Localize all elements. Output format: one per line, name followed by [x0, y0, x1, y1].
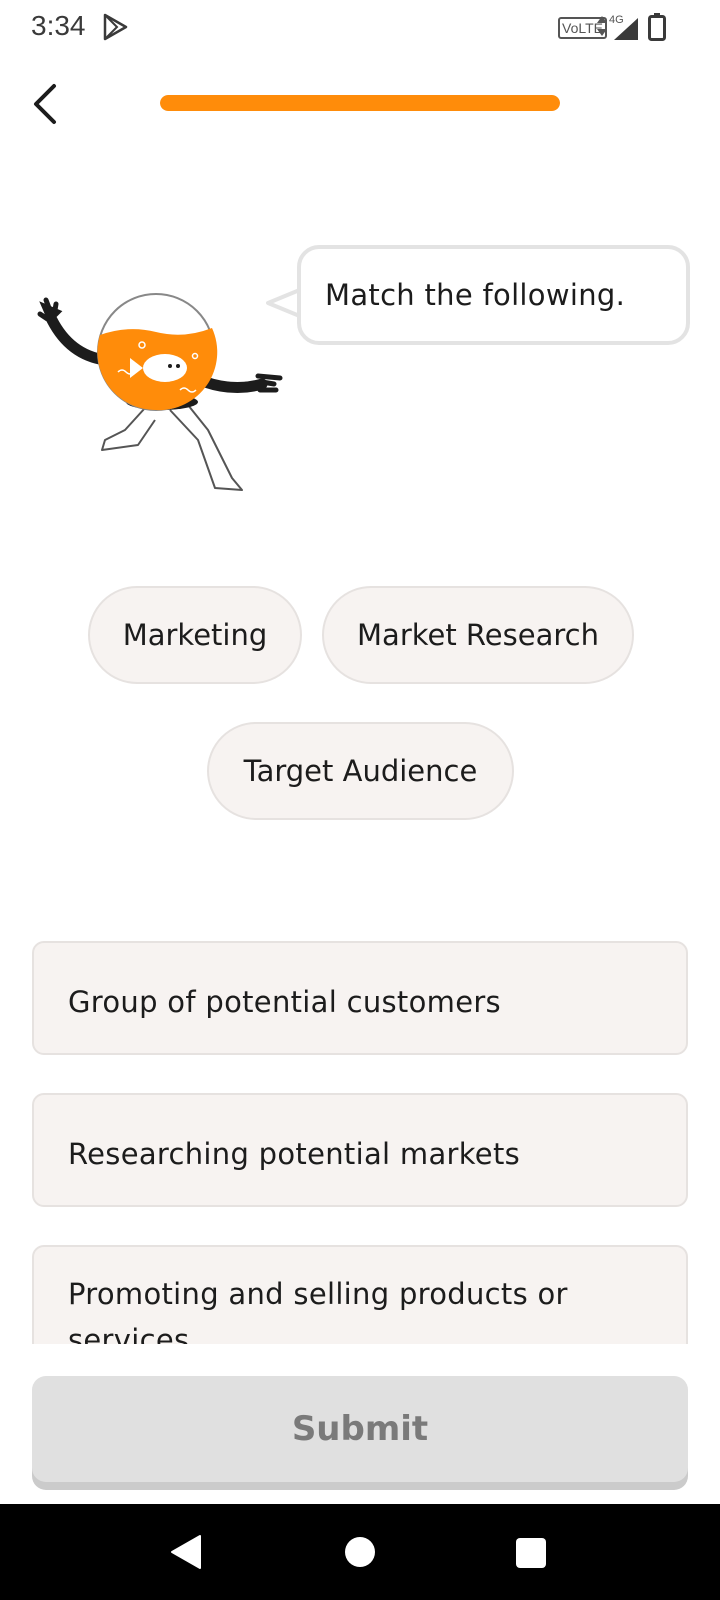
term-chip-marketing[interactable]: Marketing [88, 586, 302, 684]
nav-recents-icon[interactable] [516, 1538, 546, 1568]
definitions-list[interactable]: Group of potential customers Researching… [0, 900, 720, 1344]
term-chip-market-research[interactable]: Market Research [322, 586, 634, 684]
status-time: 3:34 [31, 10, 86, 41]
definition-slot[interactable]: Researching potential markets [32, 1093, 688, 1207]
definition-slot[interactable]: Promoting and selling products or servic… [32, 1245, 688, 1344]
term-chip-target-audience[interactable]: Target Audience [207, 722, 514, 820]
signal-icon [614, 18, 638, 40]
nav-back-icon[interactable] [170, 1534, 202, 1570]
battery-icon [648, 13, 666, 41]
speech-bubble: Match the following. [297, 245, 690, 345]
back-button[interactable] [26, 80, 66, 128]
play-store-icon [103, 13, 128, 41]
data-arrows-icon [597, 16, 607, 36]
lesson-progress-bar [160, 95, 560, 111]
system-nav-bar [0, 1504, 720, 1600]
fishbowl-mascot-illustration [37, 293, 283, 491]
nav-home-icon[interactable] [345, 1537, 375, 1567]
prompt-text: Match the following. [325, 278, 626, 312]
submit-button[interactable]: Submit [32, 1376, 688, 1482]
progress-fill [160, 95, 560, 111]
status-bar: 3:34 VoLTE 4G [0, 0, 720, 56]
definition-slot[interactable]: Group of potential customers [32, 941, 688, 1055]
